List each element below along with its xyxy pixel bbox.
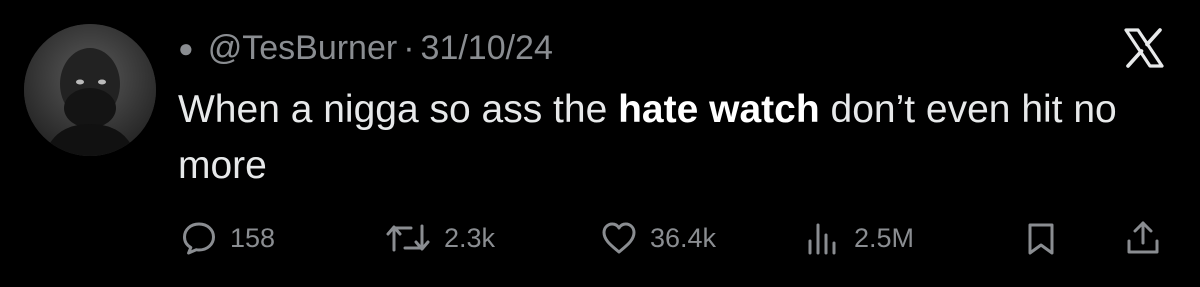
reply-button[interactable]: 158 xyxy=(180,214,275,262)
action-bar: 158 2.3k 36.4k 2.5M xyxy=(180,214,1170,262)
tweet-text-bold: hate watch xyxy=(618,88,820,131)
reply-count: 158 xyxy=(230,222,276,253)
share-icon xyxy=(1124,219,1162,257)
like-button[interactable]: 36.4k xyxy=(600,214,716,262)
header-separator: · xyxy=(403,28,415,67)
repost-icon xyxy=(384,219,432,257)
tweet-header: ● @TesBurner · 31/10/24 xyxy=(178,26,553,70)
bookmark-icon xyxy=(1022,219,1060,257)
bullet-dot: ● xyxy=(178,32,194,63)
tweet-card: ● @TesBurner · 31/10/24 When a nigga so … xyxy=(0,0,1200,287)
views-count: 2.5M xyxy=(854,222,915,253)
views-button[interactable]: 2.5M xyxy=(804,214,914,262)
avatar[interactable] xyxy=(24,24,156,156)
repost-button[interactable]: 2.3k xyxy=(384,214,495,262)
share-button[interactable] xyxy=(1124,214,1162,262)
bookmark-button[interactable] xyxy=(1022,214,1060,262)
reply-icon xyxy=(180,219,218,257)
repost-count: 2.3k xyxy=(444,222,496,253)
tweet-date[interactable]: 31/10/24 xyxy=(421,29,553,68)
views-icon xyxy=(804,219,842,257)
avatar-image xyxy=(24,24,156,156)
user-handle[interactable]: @TesBurner xyxy=(208,29,397,68)
heart-icon xyxy=(600,219,638,257)
like-count: 36.4k xyxy=(650,222,717,253)
tweet-text-part1: When a nigga so ass the xyxy=(178,88,619,131)
x-logo-icon xyxy=(1120,24,1168,72)
tweet-text: When a nigga so ass the hate watch don’t… xyxy=(178,82,1158,194)
